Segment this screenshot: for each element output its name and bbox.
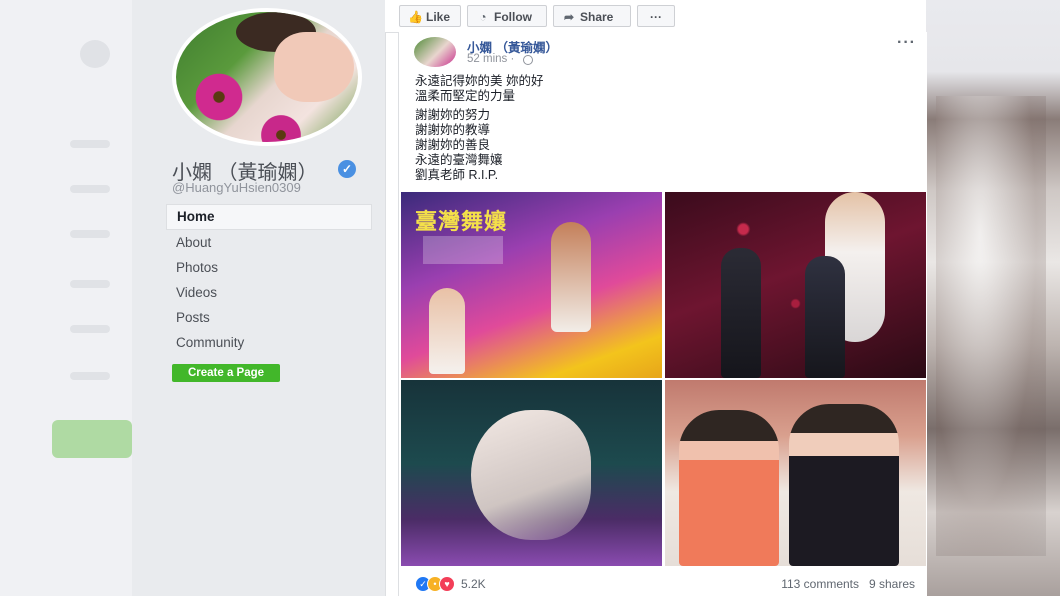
post-line: 永遠記得妳的美 妳的好 [415,74,544,88]
reaction-count[interactable]: 5.2K [461,577,486,591]
thumbs-up-icon: 👍 [408,10,423,24]
nav-item-photos[interactable]: Photos [166,256,372,280]
blurred-left-area [0,0,132,596]
page-handle: @HuangYuHsien0309 [172,180,301,195]
profile-avatar[interactable] [172,8,362,146]
poster-title: 臺灣舞孃 [415,209,508,235]
more-options-button[interactable]: ··· [637,5,675,27]
page-sidebar: 小嫻 （黃瑜嫻） ✓ @HuangYuHsien0309 Home About … [132,0,386,596]
nav-item-about[interactable]: About [166,231,372,255]
post-photo-stage[interactable] [665,192,926,378]
nav-item-home[interactable]: Home [166,204,372,230]
post-paragraph: 謝謝妳的努力 謝謝妳的教導 謝謝妳的善良 永遠的臺灣舞孃 劉真老師 R.I.P. [415,108,543,183]
comments-count[interactable]: 113 comments [781,577,859,591]
post-timestamp[interactable]: 52 mins · [467,53,514,65]
like-button[interactable]: 👍 Like [399,5,461,27]
post-line: 劉真老師 R.I.P. [415,168,499,182]
post-line: 溫柔而堅定的力量 [415,89,516,103]
nav-item-videos[interactable]: Videos [166,281,372,305]
love-reaction-icon[interactable]: ♥ [439,576,455,592]
more-dots-icon: ··· [650,10,662,24]
shares-count[interactable]: 9 shares [869,577,915,591]
post-line: 謝謝妳的努力 [415,108,491,122]
blurred-right-area [926,0,1060,596]
rss-icon: ◔ [479,10,487,24]
follow-button[interactable]: ◔ Follow [467,5,547,27]
nav-item-community[interactable]: Community [166,331,372,355]
share-button[interactable]: ➦ Share [553,5,631,27]
post-photo-portrait[interactable] [665,380,926,566]
post-line: 謝謝妳的善良 [415,138,491,152]
post-message: 永遠記得妳的美 妳的好 溫柔而堅定的力量 謝謝妳的努力 謝謝妳的教導 謝謝妳的善… [415,74,543,187]
like-label: Like [426,10,451,24]
page-nav: Home About Photos Videos Posts Community [166,204,372,356]
follow-label: Follow [494,10,532,24]
post-paragraph: 永遠記得妳的美 妳的好 溫柔而堅定的力量 [415,74,543,104]
verified-badge-icon: ✓ [338,160,356,178]
page-action-bar: 👍 Like ◔ Follow ➦ Share ··· [385,0,926,33]
share-arrow-icon: ➦ [563,10,575,24]
post-line: 謝謝妳的教導 [415,123,491,137]
post-line: 永遠的臺灣舞孃 [415,153,503,167]
post-photo-dance[interactable] [401,380,662,566]
post-author-avatar[interactable] [414,37,456,67]
post-card: 小嫻 （黃瑜嫻） 52 mins · ··· 永遠記得妳的美 妳的好 溫柔而堅定… [398,32,927,596]
nav-item-posts[interactable]: Posts [166,306,372,330]
globe-icon [523,55,533,65]
post-footer: ✓ • ♥ 5.2K 113 comments 9 shares [399,570,927,596]
post-options-icon[interactable]: ··· [897,34,916,52]
share-label: Share [580,10,614,24]
post-photo-poster[interactable]: 臺灣舞孃 [401,192,662,378]
create-page-button[interactable]: Create a Page [172,364,280,382]
